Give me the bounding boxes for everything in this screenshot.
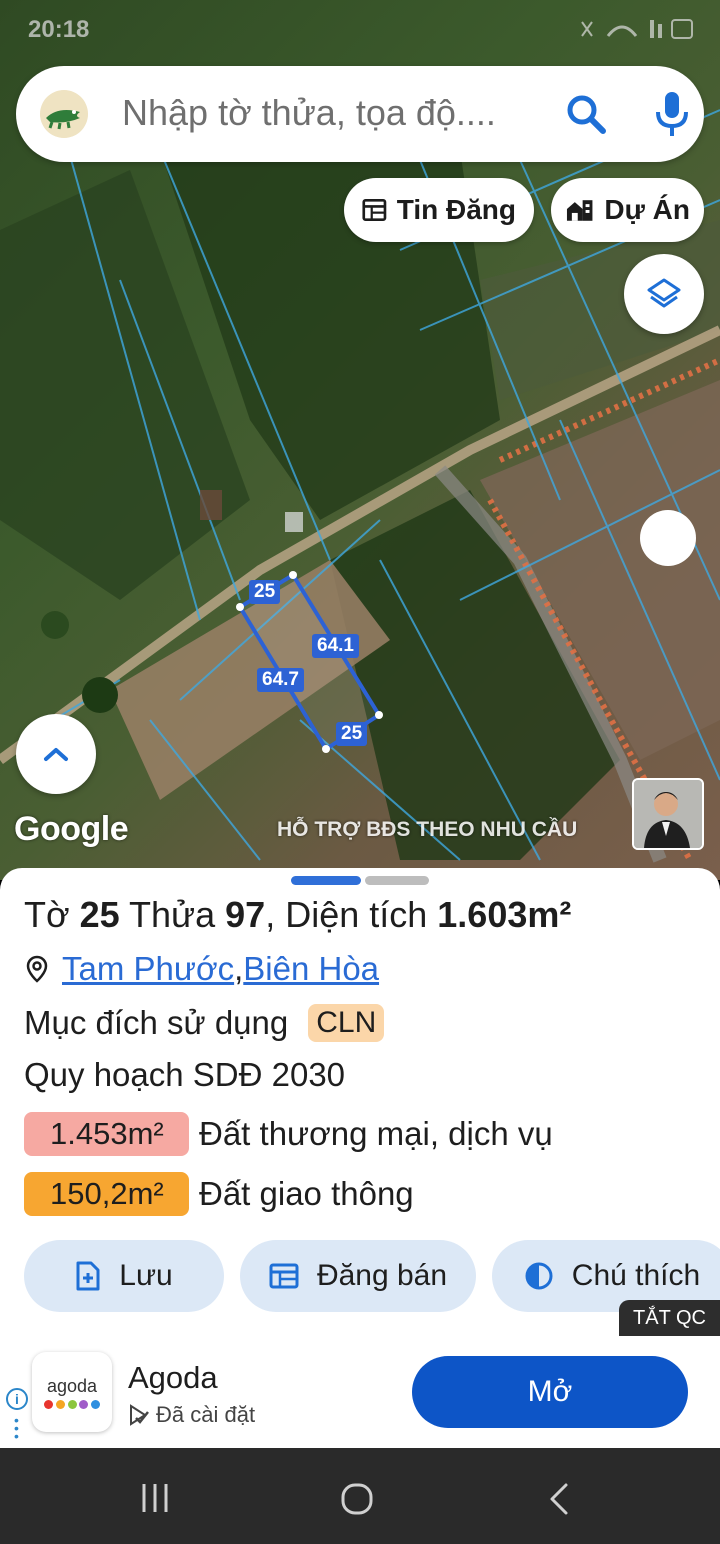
search-bar[interactable]: Nhập tờ thửa, tọa độ.... (16, 66, 704, 162)
ad-info-icon[interactable]: i (6, 1388, 28, 1410)
title-prefix: Tờ (24, 894, 80, 935)
listing-table-icon (362, 198, 387, 222)
system-navigation-bar (0, 1448, 720, 1544)
agoda-logo-text: agoda (46, 1376, 98, 1396)
back-icon[interactable] (544, 1482, 572, 1516)
post-sale-button[interactable]: Đăng bán (240, 1240, 476, 1312)
microphone-icon[interactable] (652, 90, 692, 138)
parcel-title: Tờ 25 Thửa 97, Diện tích 1.603m² (24, 894, 571, 936)
listings-chip[interactable]: Tin Đăng (344, 178, 534, 242)
person-avatar-icon (634, 780, 702, 848)
chevron-up-icon (44, 748, 68, 761)
buildings-icon (566, 200, 593, 221)
app-logo-crocodile-icon[interactable] (40, 90, 88, 138)
ward-link[interactable]: Tam Phước (62, 950, 234, 988)
plan-label: Quy hoạch SDĐ 2030 (24, 1056, 346, 1093)
plan-item-description: Đất thương mại, dịch vụ (199, 1115, 553, 1152)
hide-ad-button[interactable]: TẮT QC (619, 1300, 720, 1336)
ad-open-button[interactable]: Mở (412, 1356, 688, 1428)
floating-handle[interactable] (640, 510, 696, 566)
purpose-label: Mục đích sử dụng (24, 1004, 289, 1041)
agoda-logo-dots (44, 1400, 100, 1409)
ad-banner[interactable]: i • • • agoda Agoda Đã cài đặt Mở (0, 1338, 720, 1448)
sheet-number: 25 (79, 894, 120, 935)
sheet-page-indicator-inactive[interactable] (365, 876, 429, 885)
dimension-label-left: 64.7 (257, 668, 304, 692)
purpose-code-badge: CLN (308, 1004, 385, 1042)
ad-installed-row: Đã cài đặt (128, 1402, 255, 1428)
status-time: 20:18 (28, 16, 90, 43)
contrast-icon (525, 1262, 553, 1290)
plan-item-area-badge: 1.453m² (24, 1112, 189, 1156)
status-icons (578, 16, 698, 48)
search-input[interactable]: Nhập tờ thửa, tọa độ.... (122, 92, 496, 134)
search-icon[interactable] (564, 92, 608, 136)
support-banner-text[interactable]: HỖ TRỢ BĐS THEO NHU CẦU (277, 818, 577, 842)
layers-button[interactable] (624, 254, 704, 334)
save-button-label: Lưu (119, 1259, 173, 1292)
parcel-info-sheet[interactable]: Tờ 25 Thửa 97, Diện tích 1.603m² Tam Phư… (0, 868, 720, 1338)
title-mid: Thửa (119, 894, 226, 935)
location-separator: , (234, 950, 244, 987)
map-view[interactable]: 25 64.1 64.7 25 20:18 Nhập tờ thửa, tọa (0, 0, 720, 880)
plan-item-area-badge: 150,2m² (24, 1172, 189, 1216)
parcel-area: 1.603m² (437, 894, 572, 935)
google-logo: Google (14, 810, 129, 848)
dimension-label-top: 25 (249, 580, 281, 604)
city-link[interactable]: Biên Hòa (243, 950, 379, 988)
ad-installed-label: Đã cài đặt (156, 1402, 256, 1427)
file-add-icon (76, 1261, 100, 1291)
purpose-row: Mục đích sử dụng CLN (24, 1004, 385, 1042)
status-bar: 20:18 (0, 0, 720, 60)
parcel-number: 97 (225, 894, 266, 935)
dimension-label-bottom: 25 (336, 722, 368, 746)
listings-chip-label: Tin Đăng (396, 194, 516, 225)
ad-app-name: Agoda (128, 1360, 218, 1395)
recent-apps-icon[interactable] (140, 1482, 172, 1514)
post-sale-button-label: Đăng bán (316, 1259, 448, 1292)
dimension-label-right: 64.1 (312, 634, 359, 658)
sheet-page-indicator-active[interactable] (291, 876, 361, 885)
expand-up-button[interactable] (16, 714, 96, 794)
save-button[interactable]: Lưu (24, 1240, 224, 1312)
agent-avatar[interactable] (632, 778, 704, 850)
projects-chip-label: Dự Án (604, 194, 690, 225)
title-area-prefix: , Diện tích (265, 894, 438, 935)
layers-icon (647, 278, 681, 308)
signal-wifi-battery-icon (581, 19, 693, 39)
location-pin-icon (26, 955, 48, 983)
play-installed-icon (130, 1404, 149, 1426)
plan-item-description: Đất giao thông (199, 1175, 414, 1212)
home-icon[interactable] (340, 1482, 374, 1516)
location-row: Tam Phước, Biên Hòa (26, 950, 379, 988)
plan-item: 150,2m² Đất giao thông (24, 1172, 414, 1216)
agoda-logo[interactable]: agoda (32, 1352, 112, 1432)
ad-options-icon[interactable]: • • • (14, 1413, 19, 1443)
plan-item: 1.453m² Đất thương mại, dịch vụ (24, 1112, 553, 1156)
projects-chip[interactable]: Dự Án (551, 178, 704, 242)
calendar-table-icon (269, 1263, 299, 1289)
legend-button-label: Chú thích (571, 1259, 701, 1292)
